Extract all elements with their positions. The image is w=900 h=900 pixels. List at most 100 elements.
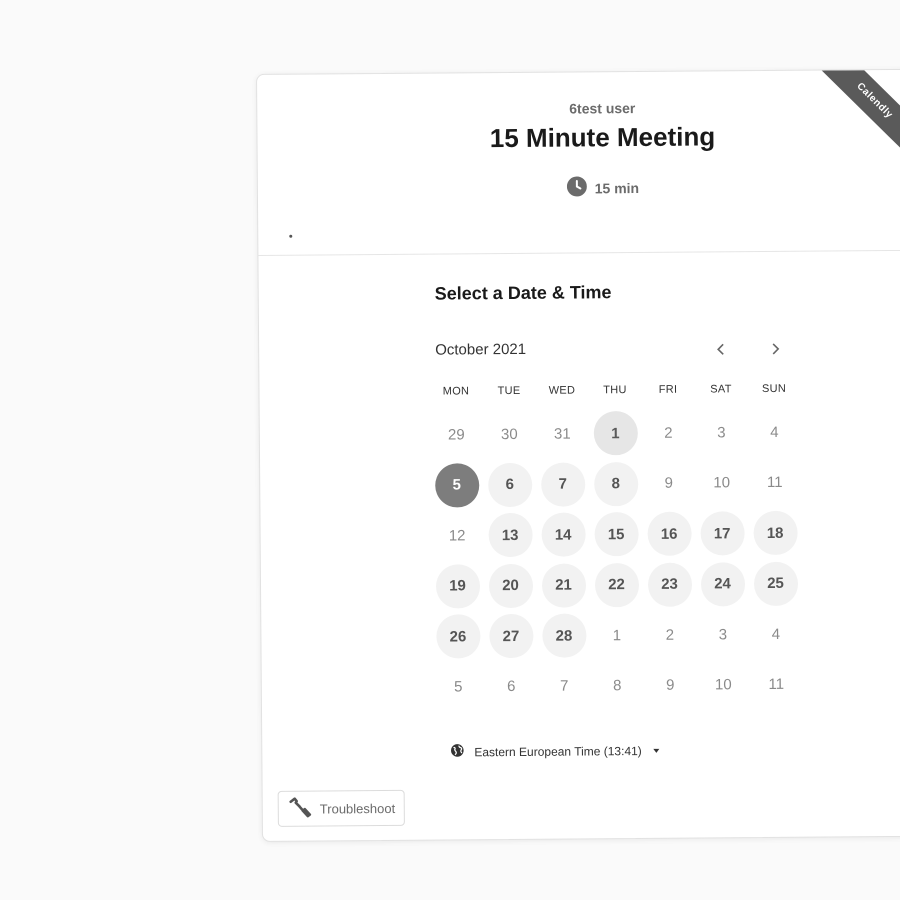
day-cell: 10	[697, 660, 750, 711]
day-cell: 9	[644, 660, 697, 711]
available-day-button[interactable]: 6	[487, 462, 532, 507]
calendar-day: 8	[613, 677, 622, 695]
available-day-button[interactable]: 7	[540, 462, 585, 507]
day-cell: 11	[748, 457, 801, 508]
calendar-day: 12	[448, 527, 466, 545]
day-cell: 14	[536, 509, 589, 560]
weekday-label: THU	[603, 384, 627, 397]
available-day-button[interactable]: 8	[593, 461, 638, 507]
event-title: 15 Minute Meeting	[489, 121, 716, 154]
day-cell: 29	[430, 409, 483, 460]
day-cell: 31	[536, 408, 589, 459]
timezone-selector[interactable]: Eastern European Time (13:41)	[450, 742, 660, 761]
clock-icon	[566, 176, 587, 199]
calendar-day: 11	[766, 474, 783, 492]
chevron-right-icon	[772, 343, 780, 355]
caret-down-icon	[653, 748, 660, 753]
calendar-day: 29	[447, 426, 465, 444]
calendar-day: 4	[770, 423, 779, 441]
calendar-day: 9	[664, 474, 673, 493]
available-day-button[interactable]: 13	[487, 513, 533, 558]
day-cell: 22	[590, 559, 643, 610]
available-day-button[interactable]: 28	[541, 613, 587, 659]
available-day-button[interactable]: 15	[593, 512, 639, 557]
day-cell: 28	[537, 610, 590, 661]
day-cell: 2	[642, 408, 695, 459]
day-cell: 3	[696, 609, 749, 660]
calendar-grid: 29 30 31 1 2 3 4 5 6 7 8 9 10 11 12 13 14 15 16 17 18 19 20 21 2…	[430, 407, 803, 713]
day-cell: 20	[484, 560, 537, 611]
day-cell: 23	[643, 559, 696, 610]
available-day-button[interactable]: 14	[540, 512, 586, 558]
available-day-button[interactable]: 27	[488, 614, 534, 659]
picker-title: Select a Date & Time	[434, 282, 612, 304]
month-navigation: October 2021	[435, 337, 795, 364]
calendar-day: 9	[666, 676, 675, 695]
day-cell: 19	[431, 561, 484, 612]
day-cell: 5	[432, 662, 485, 713]
globe-icon	[450, 743, 464, 760]
day-cell: 4	[749, 609, 802, 660]
day-cell: 6	[485, 661, 538, 712]
day-cell: 1	[590, 610, 643, 661]
calendar-day: 6	[507, 678, 516, 696]
wrench-icon	[288, 796, 312, 821]
day-cell: 9	[642, 458, 695, 509]
calendar-day: 10	[713, 474, 731, 492]
today-day: 1	[593, 411, 638, 456]
calendar-day: 2	[664, 424, 673, 442]
available-day-button[interactable]: 25	[753, 561, 798, 606]
calendar-day: 10	[714, 676, 732, 694]
calendar-day: 7	[560, 677, 569, 695]
booking-card: Calendly 6test user 15 Minute Meeting 15…	[256, 68, 900, 842]
event-duration: 15 min	[258, 174, 900, 202]
day-cell: 3	[695, 407, 748, 458]
month-label: October 2021	[435, 340, 527, 359]
weekday-header-row: MON TUE WED THU FRI SAT SUN	[429, 383, 800, 398]
day-cell: 16	[642, 509, 695, 560]
duration-label: 15 min	[594, 179, 640, 196]
day-cell: 21	[537, 560, 590, 611]
day-cell: 7	[536, 459, 589, 510]
weekday-label: TUE	[497, 384, 521, 398]
calendar-day: 11	[768, 676, 785, 694]
selected-day-button[interactable]: 5	[434, 463, 479, 508]
calendar-day: 4	[771, 625, 781, 643]
day-cell: 8	[589, 458, 642, 509]
day-cell: 24	[696, 559, 749, 610]
previous-month-button[interactable]	[707, 335, 735, 363]
available-day-button[interactable]: 17	[699, 511, 745, 556]
next-month-button[interactable]	[761, 335, 789, 363]
available-day-button[interactable]: 26	[435, 614, 481, 659]
day-cell: 15	[589, 509, 642, 560]
day-cell: 13	[483, 510, 536, 561]
available-day-button[interactable]: 19	[435, 564, 480, 609]
weekday-label: SAT	[710, 383, 732, 396]
troubleshoot-button[interactable]: Troubleshoot	[277, 789, 406, 827]
available-day-button[interactable]: 18	[752, 511, 798, 556]
available-day-button[interactable]: 16	[646, 511, 692, 557]
calendar-day: 5	[454, 678, 463, 696]
description-dot	[289, 234, 293, 238]
day-cell: 2	[643, 610, 696, 661]
available-day-button[interactable]: 23	[647, 562, 692, 607]
weekday-label: WED	[548, 384, 576, 397]
available-day-button[interactable]: 22	[594, 562, 639, 608]
day-cell: 6	[483, 459, 536, 510]
event-header: 6test user 15 Minute Meeting 15 min	[257, 69, 900, 256]
available-day-button[interactable]: 24	[700, 561, 745, 607]
calendar-day: 31	[553, 425, 571, 443]
available-day-button[interactable]: 20	[488, 563, 533, 608]
timezone-label: Eastern European Time (13:41)	[474, 743, 642, 759]
weekday-label: SUN	[761, 382, 787, 396]
troubleshoot-label: Troubleshoot	[319, 800, 396, 817]
day-cell: 1	[589, 408, 642, 459]
day-cell: 27	[484, 611, 537, 662]
day-cell: 11	[750, 659, 803, 710]
day-cell: 8	[591, 660, 644, 711]
calendar-day: 30	[500, 425, 518, 443]
available-day-button[interactable]: 21	[541, 563, 586, 608]
calendar-day: 2	[665, 626, 675, 644]
day-cell: 5	[430, 460, 483, 511]
date-picker: Select a Date & Time October 2021 MON TUE…	[429, 281, 809, 759]
